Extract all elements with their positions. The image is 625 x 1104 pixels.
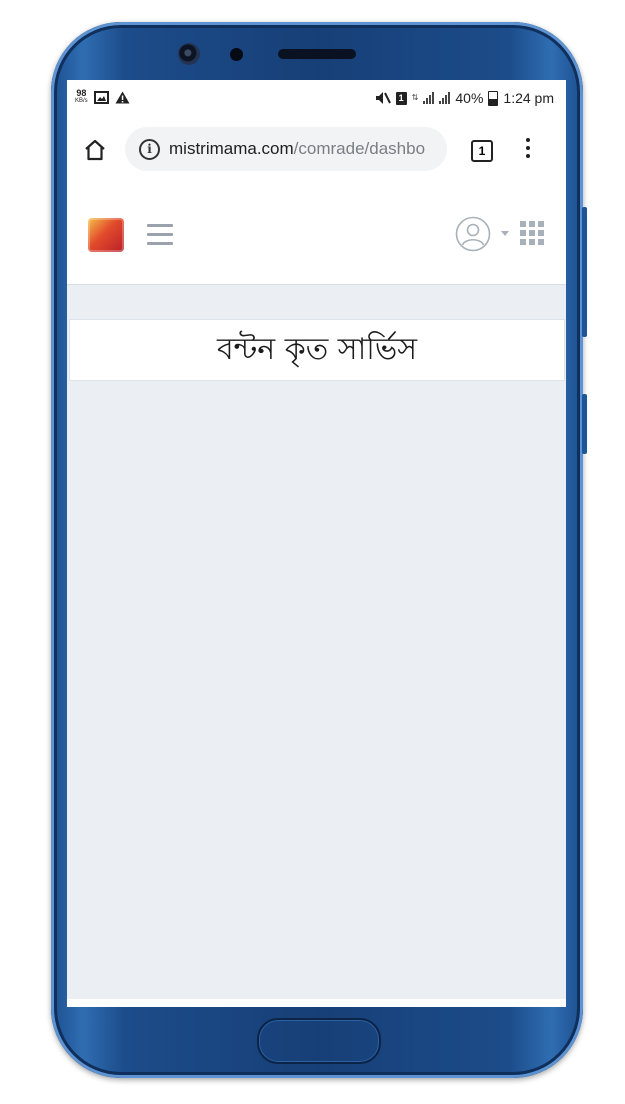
warning-notification-icon [115, 91, 130, 103]
sim-card-icon: 1 [395, 91, 407, 105]
page-title-card: বন্টন কৃত সার্ভিস [69, 319, 565, 381]
phone-screen: 98 KB/s 1 ⇅ 40% 1:24 pm i mistrimama.com… [67, 80, 566, 1007]
url-domain: mistrimama.com [169, 139, 294, 158]
data-network-icon: ⇅ [411, 93, 419, 102]
mute-icon [375, 92, 391, 104]
power-button [582, 394, 587, 454]
proximity-sensor [230, 48, 243, 61]
address-bar[interactable]: i mistrimama.com/comrade/dashbo [125, 127, 447, 171]
status-bar: 98 KB/s 1 ⇅ 40% 1:24 pm [67, 80, 566, 118]
signal-strength-icon [423, 92, 435, 104]
gallery-notification-icon [93, 90, 109, 104]
battery-icon [488, 90, 499, 106]
home-button[interactable] [257, 1018, 381, 1064]
apps-grid-icon[interactable] [520, 221, 544, 245]
front-camera [178, 43, 200, 65]
earpiece-speaker [278, 49, 356, 59]
overflow-menu-icon[interactable] [525, 138, 531, 162]
user-dropdown-caret-icon[interactable] [501, 231, 509, 236]
hamburger-menu-icon[interactable] [147, 224, 173, 246]
app-header [67, 184, 566, 285]
url-path: /comrade/dashbo [293, 139, 426, 158]
screen-bottom-edge [67, 999, 566, 1007]
page-title: বন্টন কৃত সার্ভিস [216, 331, 418, 367]
clock: 1:24 pm [503, 90, 554, 106]
volume-button [582, 207, 587, 337]
user-avatar-icon[interactable] [455, 216, 491, 252]
network-speed-indicator: 98 KB/s [75, 88, 88, 105]
home-icon[interactable] [83, 138, 107, 162]
signal-strength-icon-2 [439, 92, 451, 104]
browser-toolbar: i mistrimama.com/comrade/dashbo 1 [67, 118, 566, 185]
site-logo[interactable] [88, 218, 124, 252]
tab-switcher-button[interactable]: 1 [471, 140, 493, 162]
battery-percent: 40% [455, 90, 484, 106]
url-text[interactable]: mistrimama.com/comrade/dashbo [169, 139, 425, 159]
info-icon[interactable]: i [139, 138, 160, 160]
